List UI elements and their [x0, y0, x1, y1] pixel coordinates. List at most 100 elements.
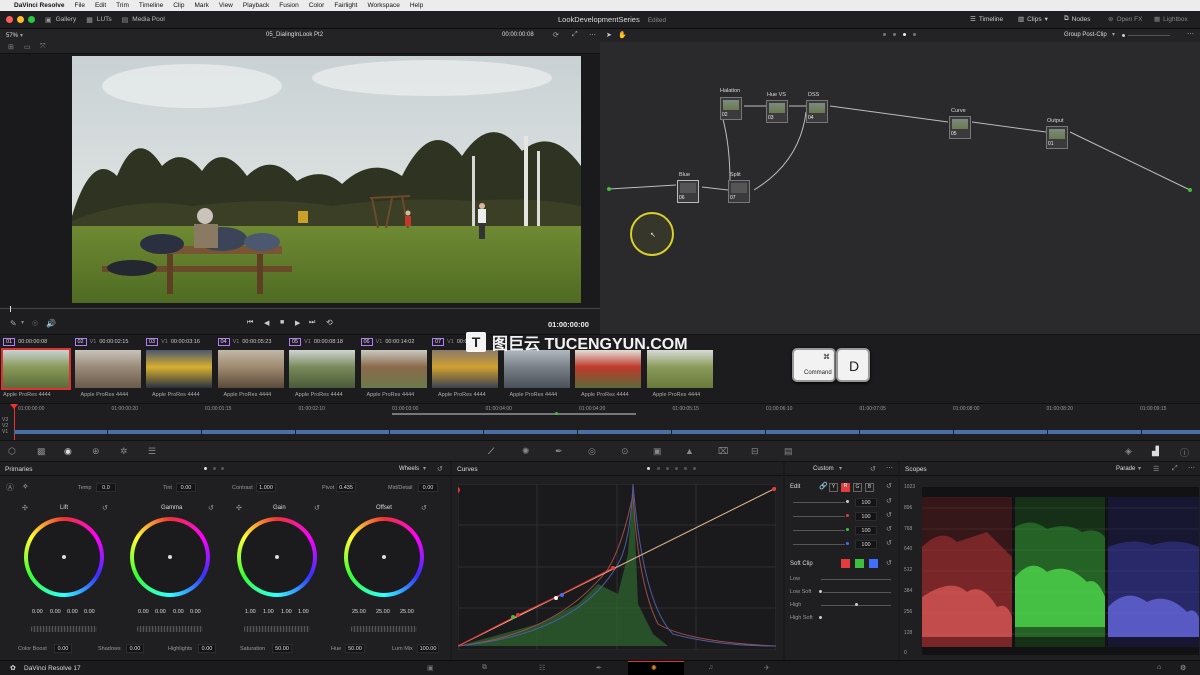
edit-value-b[interactable]: 100 [855, 540, 877, 549]
play-icon[interactable]: ▶ [295, 319, 300, 327]
menu-view[interactable]: View [219, 2, 233, 9]
softclip-r-button[interactable] [841, 559, 850, 568]
minimize-window-button[interactable] [17, 16, 24, 23]
menu-trim[interactable]: Trim [116, 2, 129, 9]
stop-icon[interactable]: ■ [280, 319, 284, 326]
softclip-highsoft-handle[interactable] [819, 616, 822, 619]
edit-value-r[interactable]: 100 [855, 512, 877, 521]
wipe-icon[interactable]: ⤧ [40, 43, 46, 51]
page-dot-active[interactable] [204, 467, 207, 470]
blur-icon[interactable]: ▲ [685, 446, 694, 456]
clip-thumbnail[interactable] [74, 350, 141, 388]
gain-master-wheel[interactable] [244, 626, 310, 632]
page-dot[interactable] [221, 467, 224, 470]
clip-thumbnail[interactable] [289, 350, 355, 388]
node-blue[interactable]: 06 [677, 180, 699, 203]
curves-graph[interactable] [458, 484, 776, 650]
wheel-puck[interactable] [168, 555, 172, 559]
colorboost-field[interactable]: 0.00 [54, 644, 72, 653]
lummix-field[interactable]: 100.00 [417, 644, 439, 653]
offset-b[interactable]: 25.00 [400, 609, 414, 615]
node-curve[interactable]: 05 [949, 116, 971, 139]
channel-g-button[interactable]: G [853, 483, 862, 492]
hdr-icon[interactable]: ⊕ [92, 446, 100, 457]
tint-field[interactable]: 0.00 [176, 483, 196, 492]
softclip-low-slider[interactable] [821, 579, 891, 580]
more-icon[interactable]: ⋯ [1188, 464, 1195, 472]
hand-icon[interactable]: ✋ [618, 31, 627, 39]
key-icon[interactable]: ⌧ [718, 446, 728, 457]
magic-mask-icon[interactable]: ▣ [653, 446, 662, 457]
audio-icon[interactable]: 🔊 [46, 319, 56, 328]
close-window-button[interactable] [6, 16, 13, 23]
menu-clip[interactable]: Clip [173, 2, 184, 9]
pivot-field[interactable]: 0.435 [336, 483, 356, 492]
layout-icon[interactable]: ▭ [24, 43, 31, 51]
reset-icon[interactable]: ↺ [886, 511, 892, 519]
lift-y[interactable]: 0.00 [32, 609, 43, 615]
qualifier-icon[interactable]: ✒ [555, 446, 563, 457]
fullscreen-icon[interactable]: ⤢ [572, 31, 578, 39]
menu-file[interactable]: File [74, 2, 84, 9]
edit-slider-r[interactable] [793, 516, 845, 517]
gamma-r[interactable]: 0.00 [155, 609, 166, 615]
page-dot-active[interactable] [903, 33, 906, 36]
jump-start-icon[interactable]: ⏮ [247, 319, 253, 327]
app-menu[interactable]: DaVinci Resolve [14, 2, 64, 9]
channel-y-button[interactable]: Y [829, 483, 838, 492]
softclip-b-button[interactable] [869, 559, 878, 568]
window-icon[interactable]: ◎ [588, 446, 596, 457]
page-dot[interactable] [883, 33, 886, 36]
edit-slider-g[interactable] [793, 530, 845, 531]
menu-mark[interactable]: Mark [194, 2, 208, 9]
lightbox-view-icon[interactable]: ◈ [1125, 446, 1132, 457]
clip-thumbnail[interactable] [503, 350, 570, 388]
reset-icon[interactable]: ↺ [886, 559, 892, 567]
page-dot[interactable] [657, 467, 660, 470]
clip-thumbnail[interactable] [217, 350, 284, 388]
menu-edit[interactable]: Edit [95, 2, 106, 9]
color-match-icon[interactable]: ▩ [37, 446, 46, 457]
media-page-icon[interactable]: ▣ [427, 664, 434, 672]
color-wheels-icon[interactable]: ◉ [64, 446, 72, 457]
gamma-g[interactable]: 0.00 [173, 609, 184, 615]
chevron-down-icon[interactable]: ▾ [839, 465, 842, 472]
node-editor[interactable]: Halation 02 Hue VS 03 DSS 04 Curve 05 Ou… [600, 42, 1200, 334]
custom-mode-select[interactable]: Custom [813, 466, 834, 472]
mini-timeline[interactable]: 01:00:00:00 01:00:00:20 01:00:01:15 01:00:0… [0, 403, 1200, 441]
gamma-wheel[interactable] [130, 517, 210, 597]
shadows-field[interactable]: 0.00 [126, 644, 144, 653]
clip-thumbnail[interactable] [575, 350, 641, 388]
wheel-puck[interactable] [275, 555, 279, 559]
v1-track-clips[interactable] [14, 430, 1200, 434]
temp-field[interactable]: 0.0 [96, 483, 116, 492]
home-icon[interactable]: ⌂ [1157, 664, 1161, 671]
wheel-puck[interactable] [62, 555, 66, 559]
channel-b-button[interactable]: B [865, 483, 874, 492]
clip-thumbnail[interactable] [1, 348, 71, 390]
nodes-button[interactable]: ⧉ Nodes [1064, 15, 1090, 23]
scrubber-track[interactable] [0, 308, 600, 309]
lift-r[interactable]: 0.00 [50, 609, 61, 615]
link-icon[interactable]: 🔗 [819, 482, 828, 490]
chevron-down-icon[interactable]: ▾ [20, 32, 23, 39]
node-output[interactable]: 01 [1046, 126, 1068, 149]
zoom-slider-handle[interactable] [1122, 34, 1125, 37]
fusion-page-icon[interactable]: ✒ [596, 664, 602, 672]
menu-workspace[interactable]: Workspace [367, 2, 399, 9]
page-dot[interactable] [213, 467, 216, 470]
gamma-b[interactable]: 0.00 [190, 609, 201, 615]
chevron-down-icon[interactable]: ▾ [1112, 31, 1115, 38]
clip-thumbnail[interactable] [360, 350, 427, 388]
node-halation[interactable]: 02 [720, 97, 742, 120]
gamma-y[interactable]: 0.00 [138, 609, 149, 615]
playhead-marker[interactable] [10, 404, 18, 409]
highlights-field[interactable]: 0.00 [198, 644, 216, 653]
lift-g[interactable]: 0.00 [67, 609, 78, 615]
luts-button[interactable]: ▦ LUTs [86, 16, 111, 24]
lightbox-button[interactable]: ▦ Lightbox [1154, 15, 1188, 24]
motion-effects-icon[interactable]: ☰ [148, 446, 156, 457]
gain-r[interactable]: 1.00 [263, 609, 274, 615]
color-page-icon[interactable]: ✺ [651, 664, 657, 672]
timeline-range[interactable] [392, 413, 636, 415]
